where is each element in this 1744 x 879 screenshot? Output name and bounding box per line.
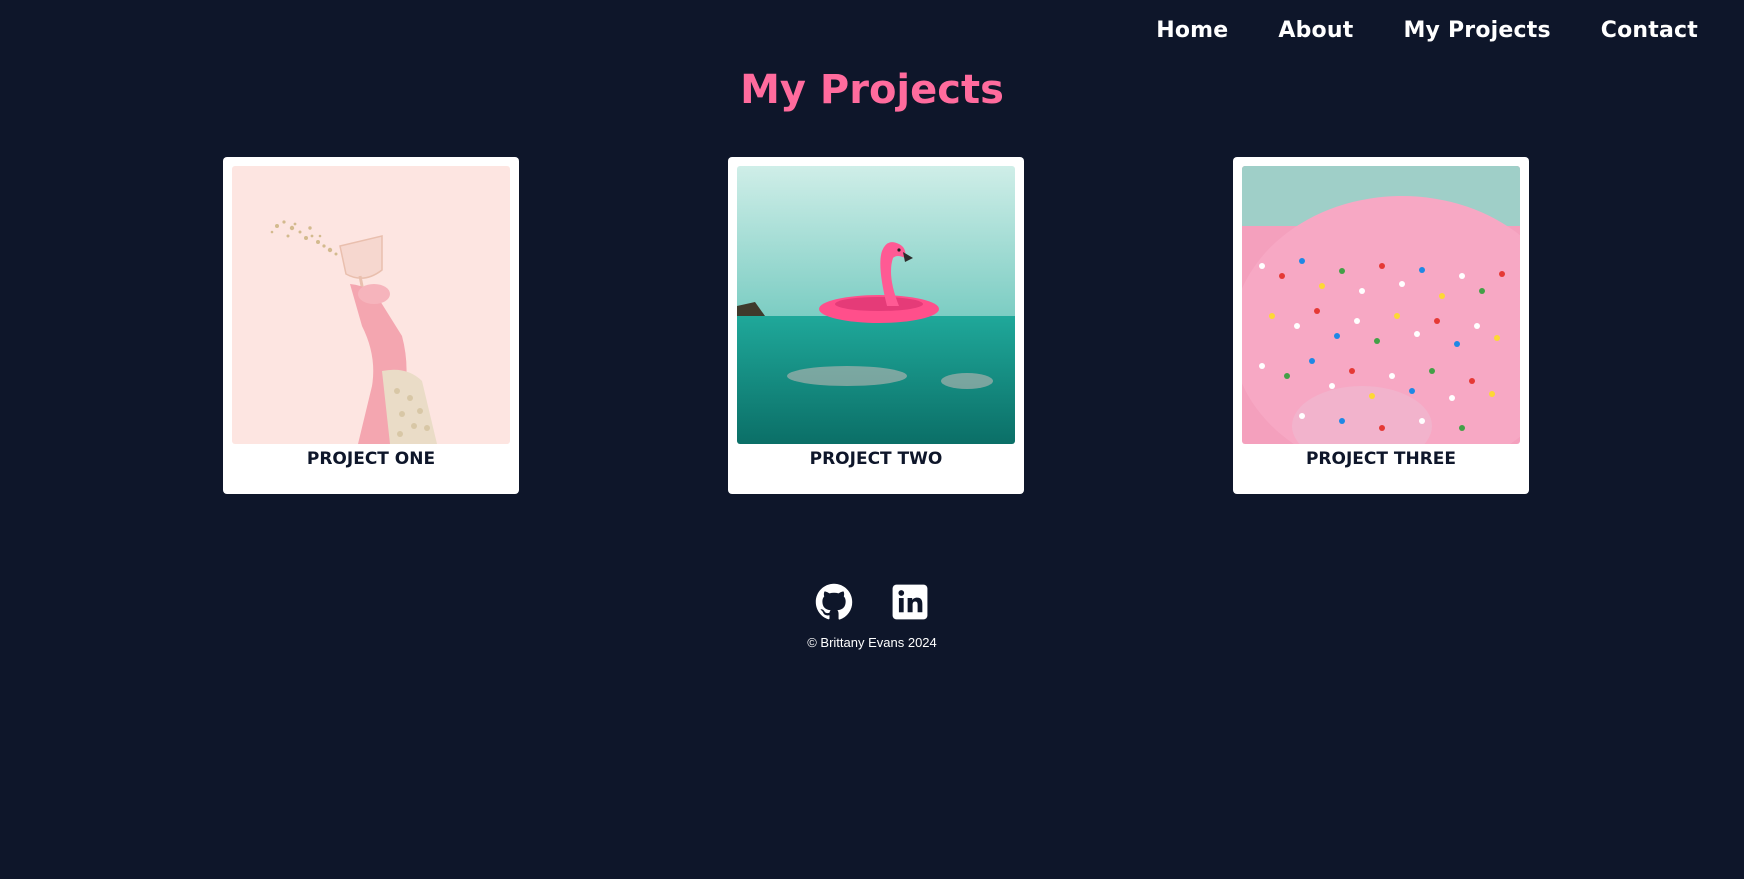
social-links [0,583,1744,621]
project-three-image[interactable] [1242,166,1520,444]
linkedin-icon[interactable] [891,583,929,621]
nav-contact-link[interactable]: Contact [1601,18,1698,43]
project-card-two[interactable]: Project Two [728,157,1024,494]
project-two-image[interactable] [737,166,1015,444]
project-one-image[interactable] [232,166,510,444]
nav-about-link[interactable]: About [1278,18,1353,43]
copyright-text: © Brittany Evans 2024 [807,635,937,650]
github-icon[interactable] [815,583,853,621]
project-card-three[interactable]: Project Three [1233,157,1529,494]
project-card-one[interactable]: Project One [223,157,519,494]
project-two-title[interactable]: Project Two [728,449,1024,469]
page-title: My Projects [740,67,1004,113]
project-one-title[interactable]: Project One [223,449,519,469]
nav-my-projects-link[interactable]: My Projects [1403,18,1550,43]
main-nav: Home About My Projects Contact [1156,18,1698,43]
project-three-title[interactable]: Project Three [1233,449,1529,469]
nav-home-link[interactable]: Home [1156,18,1228,43]
